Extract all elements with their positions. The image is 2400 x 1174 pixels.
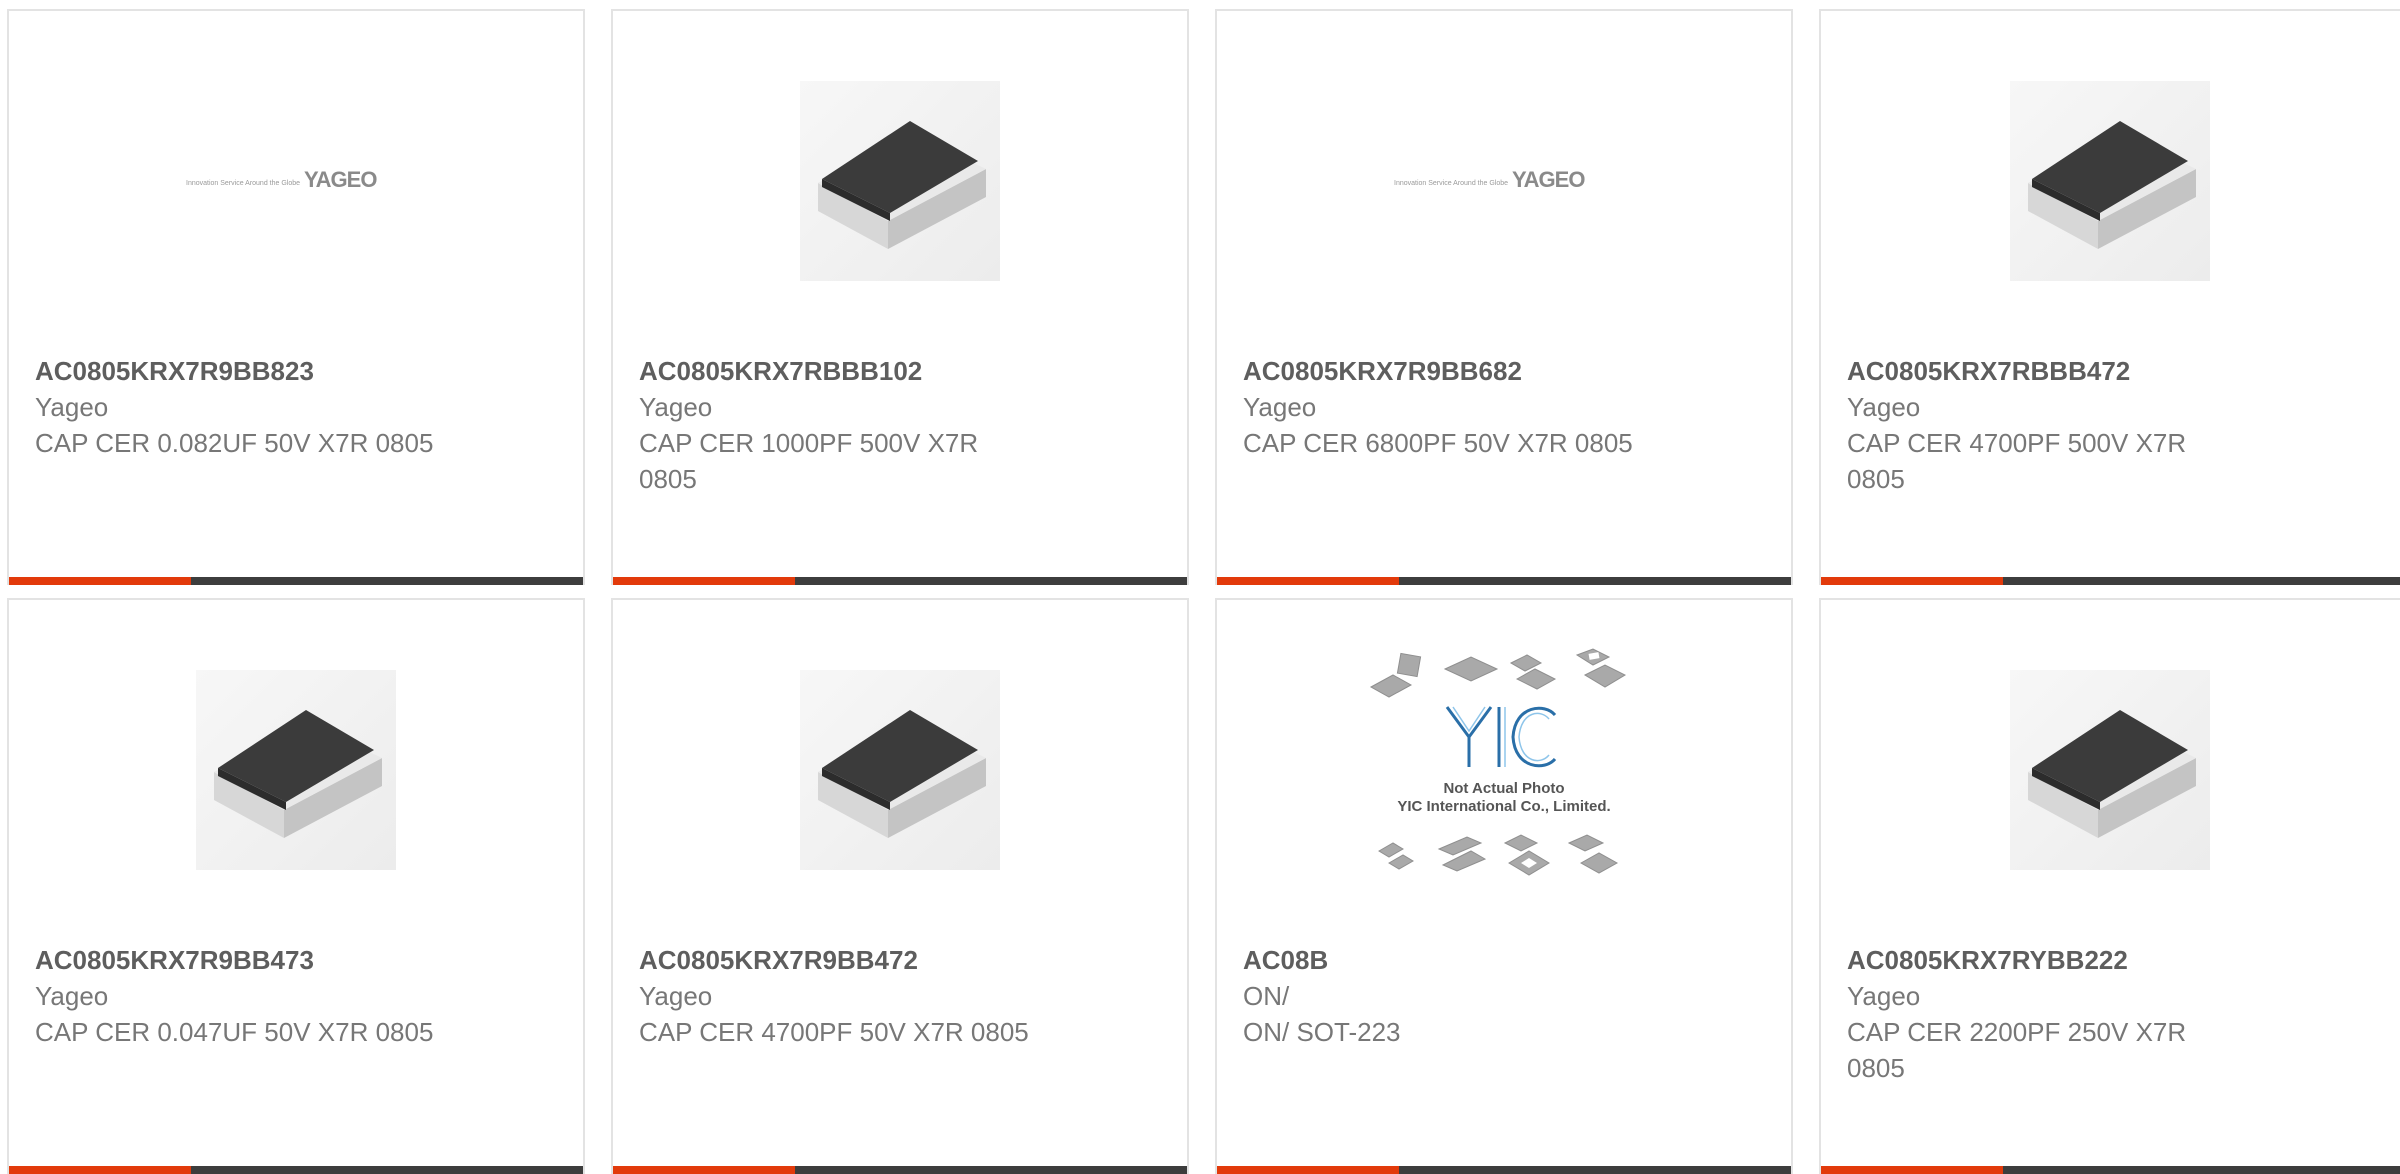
part-number[interactable]: AC0805KRX7R9BB473 [35,942,435,978]
manufacturer: Yageo [1243,392,1317,422]
part-number[interactable]: AC0805KRX7RBBB102 [639,353,1039,389]
product-image[interactable] [1821,71,2399,291]
card-accent [1217,577,1399,585]
capacitor-image [196,670,396,870]
card-accent [613,1166,795,1174]
product-grid: Innovation Service Around the Globe YAGE… [7,9,2400,1174]
svg-text:YIC International Co., Limited: YIC International Co., Limited. [1397,798,1610,815]
svg-text:YAGEO: YAGEO [1512,167,1585,192]
svg-text:Not Actual Photo: Not Actual Photo [1443,780,1564,797]
part-number[interactable]: AC0805KRX7RYBB222 [1847,942,2247,978]
manufacturer: ON/ [1243,981,1290,1011]
svg-text:YAGEO: YAGEO [304,167,377,192]
manufacturer: Yageo [639,392,713,422]
capacitor-image [2010,670,2210,870]
product-image[interactable]: Innovation Service Around the Globe YAGE… [9,71,583,291]
svg-text:Innovation Service Around the: Innovation Service Around the Globe [1394,180,1508,187]
card-bottom-bar [613,1166,1187,1174]
card-accent [9,1166,191,1174]
description: CAP CER 0.047UF 50V X7R 0805 [35,1017,434,1047]
description: CAP CER 4700PF 500V X7R 0805 [1847,428,2187,494]
product-image[interactable]: Not Actual Photo YIC International Co., … [1217,648,1791,880]
manufacturer: Yageo [35,392,109,422]
product-image[interactable] [613,71,1187,291]
card-accent [1821,577,2003,585]
not-actual-photo-placeholder: Not Actual Photo YIC International Co., … [1369,648,1627,876]
part-number[interactable]: AC0805KRX7R9BB823 [35,353,435,389]
manufacturer: Yageo [639,981,713,1011]
description: CAP CER 6800PF 50V X7R 0805 [1243,428,1633,458]
part-number[interactable]: AC08B [1243,942,1643,978]
manufacturer: Yageo [1847,392,1921,422]
svg-text:Innovation Service Around the: Innovation Service Around the Globe [186,180,300,187]
description: CAP CER 0.082UF 50V X7R 0805 [35,428,434,458]
product-card[interactable]: AC0805KRX7RBBB472 Yageo CAP CER 4700PF 5… [1819,9,2400,585]
capacitor-image [2010,81,2210,281]
product-card[interactable]: Innovation Service Around the Globe YAGE… [1215,9,1793,585]
product-card[interactable]: AC0805KRX7RYBB222 Yageo CAP CER 2200PF 2… [1819,598,2400,1174]
product-card[interactable]: Not Actual Photo YIC International Co., … [1215,598,1793,1174]
description: CAP CER 4700PF 50V X7R 0805 [639,1017,1029,1047]
product-image[interactable] [9,660,583,880]
product-card[interactable]: AC0805KRX7R9BB473 Yageo CAP CER 0.047UF … [7,598,585,1174]
yageo-logo: Innovation Service Around the Globe YAGE… [1394,167,1586,192]
card-accent [9,577,191,585]
part-number[interactable]: AC0805KRX7RBBB472 [1847,353,2247,389]
product-image[interactable] [613,660,1187,880]
part-number[interactable]: AC0805KRX7R9BB682 [1243,353,1763,389]
card-bottom-bar [1217,577,1791,585]
card-bottom-bar [613,577,1187,585]
product-image[interactable]: Innovation Service Around the Globe YAGE… [1217,71,1791,291]
yageo-logo: Innovation Service Around the Globe YAGE… [186,167,378,192]
product-card[interactable]: AC0805KRX7R9BB472 Yageo CAP CER 4700PF 5… [611,598,1189,1174]
product-image[interactable] [1821,660,2399,880]
card-bottom-bar [1821,577,2400,585]
card-bottom-bar [1217,1166,1791,1174]
product-card[interactable]: AC0805KRX7RBBB102 Yageo CAP CER 1000PF 5… [611,9,1189,585]
card-accent [613,577,795,585]
description: CAP CER 2200PF 250V X7R 0805 [1847,1017,2187,1083]
manufacturer: Yageo [35,981,109,1011]
description: ON/ SOT-223 [1243,1017,1401,1047]
card-bottom-bar [9,1166,583,1174]
card-accent [1217,1166,1399,1174]
part-number[interactable]: AC0805KRX7R9BB472 [639,942,1159,978]
card-bottom-bar [9,577,583,585]
description: CAP CER 1000PF 500V X7R 0805 [639,428,979,494]
manufacturer: Yageo [1847,981,1921,1011]
card-bottom-bar [1821,1166,2400,1174]
card-accent [1821,1166,2003,1174]
capacitor-image [800,81,1000,281]
capacitor-image [800,670,1000,870]
product-card[interactable]: Innovation Service Around the Globe YAGE… [7,9,585,585]
